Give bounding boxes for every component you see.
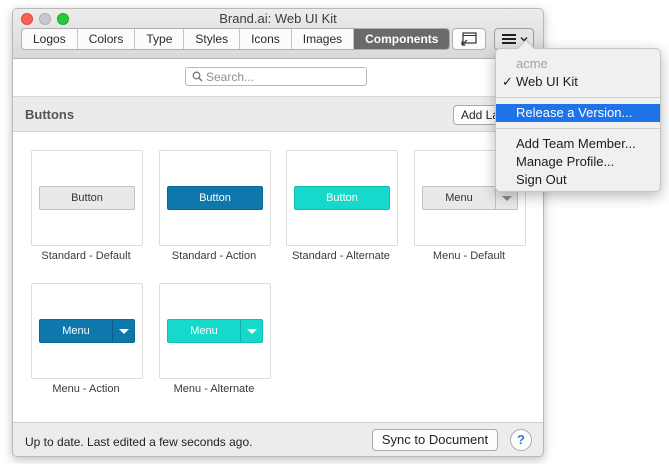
components-grid: Button Standard - Default Button Standar… — [13, 132, 543, 422]
sync-to-document-button[interactable]: Sync to Document — [372, 429, 498, 451]
search-input[interactable] — [206, 69, 361, 84]
menu-button-label: Menu — [62, 325, 90, 337]
screen-icon — [461, 32, 477, 46]
caret-down-icon — [119, 329, 129, 334]
section-header: Buttons Add La — [13, 97, 543, 132]
checkmark-icon: ✓ — [502, 74, 513, 89]
component-card-standard-action[interactable]: Button — [159, 150, 271, 246]
menu-button-label: Menu — [445, 192, 473, 204]
window-title: Brand.ai: Web UI Kit — [219, 11, 337, 26]
preview-button-alternate: Button — [294, 186, 390, 210]
card-label-menu-action: Menu - Action — [52, 383, 120, 395]
menu-item-org: acme — [516, 56, 548, 71]
caret-down-icon — [247, 329, 257, 334]
screen-button[interactable] — [452, 28, 486, 50]
app-window: Brand.ai: Web UI Kit Logos Colors Type S… — [12, 8, 544, 457]
menu-split — [112, 320, 134, 342]
menu-item-sign-out[interactable]: Sign Out — [496, 171, 660, 189]
status-text: Up to date. Last edited a few seconds ag… — [25, 435, 253, 449]
preview-menu-action: Menu — [39, 319, 135, 343]
titlebar: Brand.ai: Web UI Kit Logos Colors Type S… — [13, 9, 543, 59]
search-bar — [13, 59, 543, 97]
section-title: Buttons — [25, 107, 75, 122]
component-card-standard-alternate[interactable]: Button — [286, 150, 398, 246]
component-card-menu-action[interactable]: Menu — [31, 283, 143, 379]
menu-button-label: Menu — [190, 325, 218, 337]
menu-item-web-ui-kit[interactable]: ✓ Web UI Kit — [496, 73, 660, 91]
menu-split — [240, 320, 262, 342]
main-menu-dropdown: acme ✓ Web UI Kit Release a Version... A… — [495, 39, 661, 192]
card-label-standard-alternate: Standard - Alternate — [292, 250, 390, 262]
tab-type[interactable]: Type — [135, 29, 185, 49]
component-card-menu-alternate[interactable]: Menu — [159, 283, 271, 379]
card-label-standard-default: Standard - Default — [41, 250, 131, 262]
tab-images[interactable]: Images — [292, 29, 355, 49]
menu-separator — [496, 128, 660, 129]
menu-item-manage-profile[interactable]: Manage Profile... — [496, 153, 660, 171]
tab-icons[interactable]: Icons — [240, 29, 292, 49]
preview-menu-alternate: Menu — [167, 319, 263, 343]
tab-styles[interactable]: Styles — [184, 29, 241, 49]
search-icon — [192, 71, 203, 82]
tab-components[interactable]: Components — [354, 29, 450, 49]
help-button[interactable]: ? — [510, 429, 532, 451]
menu-item-add-team-member[interactable]: Add Team Member... — [496, 135, 660, 153]
search-box[interactable] — [185, 67, 367, 86]
card-label-menu-default: Menu - Default — [432, 250, 506, 262]
card-label-menu-alternate: Menu - Alternate — [173, 383, 255, 395]
status-footer: Up to date. Last edited a few seconds ag… — [13, 422, 543, 456]
card-label-standard-action: Standard - Action — [171, 250, 257, 262]
tab-colors[interactable]: Colors — [78, 29, 136, 49]
preview-button-default: Button — [39, 186, 135, 210]
tab-logos[interactable]: Logos — [22, 29, 78, 49]
tab-bar: Logos Colors Type Styles Icons Images Co… — [21, 28, 451, 50]
menu-item-release-version[interactable]: Release a Version... — [496, 104, 660, 122]
menu-item-label: Web UI Kit — [516, 74, 578, 89]
caret-down-icon — [502, 196, 512, 201]
preview-button-action: Button — [167, 186, 263, 210]
menu-separator — [496, 97, 660, 98]
component-card-standard-default[interactable]: Button — [31, 150, 143, 246]
